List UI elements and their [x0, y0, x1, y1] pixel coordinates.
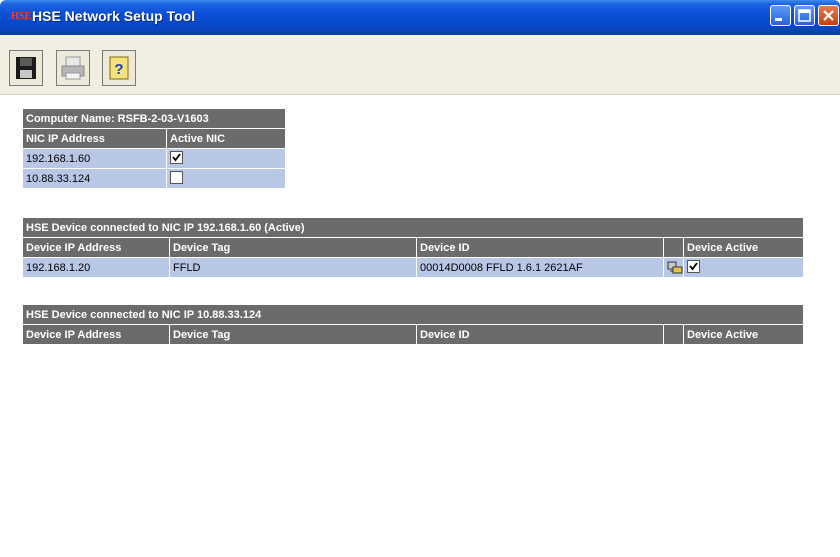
active-nic-checkbox[interactable] — [170, 151, 183, 164]
device-active-cell — [683, 257, 804, 278]
active-nic-cell — [166, 168, 286, 189]
col-device-ip: Device IP Address — [22, 324, 170, 345]
col-nic-ip: NIC IP Address — [22, 128, 167, 149]
device-table-2: HSE Device connected to NIC IP 10.88.33.… — [22, 304, 804, 345]
check-icon — [689, 262, 698, 271]
check-icon — [172, 153, 181, 162]
svg-text:?: ? — [114, 61, 123, 78]
help-icon: ? — [109, 56, 129, 80]
nic-ip: 10.88.33.124 — [22, 168, 167, 189]
device-active-checkbox[interactable] — [687, 260, 700, 273]
col-blank — [663, 237, 684, 258]
col-active-nic: Active NIC — [166, 128, 286, 149]
active-nic-checkbox[interactable] — [170, 171, 183, 184]
col-device-id: Device ID — [416, 324, 664, 345]
content-area: Computer Name: RSFB-2-03-V1603 NIC IP Ad… — [0, 95, 840, 557]
maximize-button[interactable] — [794, 5, 815, 26]
maximize-icon — [798, 9, 811, 22]
col-device-ip: Device IP Address — [22, 237, 170, 258]
table-row: 192.168.1.60 — [22, 148, 286, 169]
col-device-active: Device Active — [683, 324, 804, 345]
nic-ip: 192.168.1.60 — [22, 148, 167, 169]
table-row[interactable]: 192.168.1.20 FFLD 00014D0008 FFLD 1.6.1 … — [22, 257, 804, 278]
nic-table: Computer Name: RSFB-2-03-V1603 NIC IP Ad… — [22, 108, 286, 189]
device-ip: 192.168.1.20 — [22, 257, 170, 278]
toolbar: ? — [0, 35, 840, 95]
close-button[interactable] — [818, 5, 839, 26]
network-device-icon[interactable] — [667, 261, 683, 275]
title-bar[interactable]: HSE HSE Network Setup Tool — [0, 0, 840, 35]
col-device-tag: Device Tag — [169, 324, 417, 345]
save-icon — [16, 57, 36, 79]
col-device-id: Device ID — [416, 237, 664, 258]
window-title: HSE Network Setup Tool — [32, 8, 196, 24]
section-title: HSE Device connected to NIC IP 10.88.33.… — [22, 304, 804, 325]
app-icon: HSE — [11, 11, 32, 22]
col-device-tag: Device Tag — [169, 237, 417, 258]
device-table-1: HSE Device connected to NIC IP 192.168.1… — [22, 217, 804, 278]
table-row: 10.88.33.124 — [22, 168, 286, 189]
close-icon — [823, 10, 834, 21]
save-button[interactable] — [9, 50, 43, 86]
help-button[interactable]: ? — [102, 50, 136, 86]
minimize-button[interactable] — [770, 5, 791, 26]
print-icon — [61, 56, 85, 80]
device-id: 00014D0008 FFLD 1.6.1 2621AF — [416, 257, 664, 278]
print-button[interactable] — [56, 50, 90, 86]
col-blank — [663, 324, 684, 345]
minimize-icon — [775, 18, 782, 21]
active-nic-cell — [166, 148, 286, 169]
computer-name: Computer Name: RSFB-2-03-V1603 — [22, 108, 286, 129]
section-title: HSE Device connected to NIC IP 192.168.1… — [22, 217, 804, 238]
network-cell — [663, 257, 684, 278]
col-device-active: Device Active — [683, 237, 804, 258]
device-tag: FFLD — [169, 257, 417, 278]
